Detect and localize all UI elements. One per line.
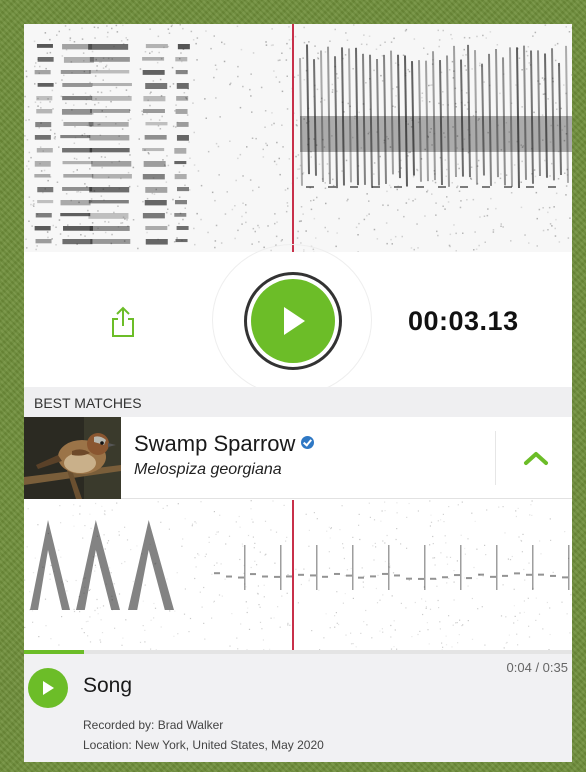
sample-spectrogram[interactable]	[24, 500, 572, 650]
recorded-by: Recorded by: Brad Walker	[83, 718, 224, 732]
verified-icon	[301, 436, 315, 449]
play-icon	[284, 307, 305, 335]
species-common-name-text: Swamp Sparrow	[134, 431, 296, 456]
spectrogram-graphic	[24, 24, 572, 252]
bird-photo	[24, 417, 121, 499]
app-screen: 00:03.13 BEST MATCHES Swamp Sparrow Melo…	[24, 24, 572, 762]
playback-controls: 00:03.13	[24, 244, 572, 396]
row-divider	[495, 431, 496, 485]
match-row[interactable]: Swamp Sparrow Melospiza georgiana	[24, 417, 572, 499]
play-button-fill	[251, 279, 335, 363]
species-scientific-name: Melospiza georgiana	[134, 461, 282, 478]
recording-time: 0:04 / 0:35	[506, 660, 568, 675]
swamp-sparrow-image	[24, 417, 121, 499]
play-icon	[43, 681, 54, 695]
share-icon	[112, 306, 134, 337]
sample-play-button[interactable]	[28, 668, 68, 708]
play-button[interactable]	[244, 272, 342, 370]
best-matches-header: BEST MATCHES	[24, 387, 572, 417]
chevron-up-icon	[524, 452, 548, 465]
sample-playhead[interactable]	[292, 500, 294, 650]
elapsed-time: 00:03.13	[408, 306, 519, 336]
species-common-name[interactable]: Swamp Sparrow	[134, 431, 315, 457]
share-button[interactable]	[108, 304, 138, 340]
recording-location: Location: New York, United States, May 2…	[83, 738, 324, 752]
recording-type: Song	[83, 674, 133, 697]
sample-spectrogram-graphic	[24, 500, 572, 650]
live-spectrogram[interactable]	[24, 24, 572, 252]
playhead[interactable]	[292, 24, 294, 252]
collapse-button[interactable]	[512, 439, 560, 477]
recording-info: Song 0:04 / 0:35 Recorded by: Brad Walke…	[24, 654, 572, 762]
